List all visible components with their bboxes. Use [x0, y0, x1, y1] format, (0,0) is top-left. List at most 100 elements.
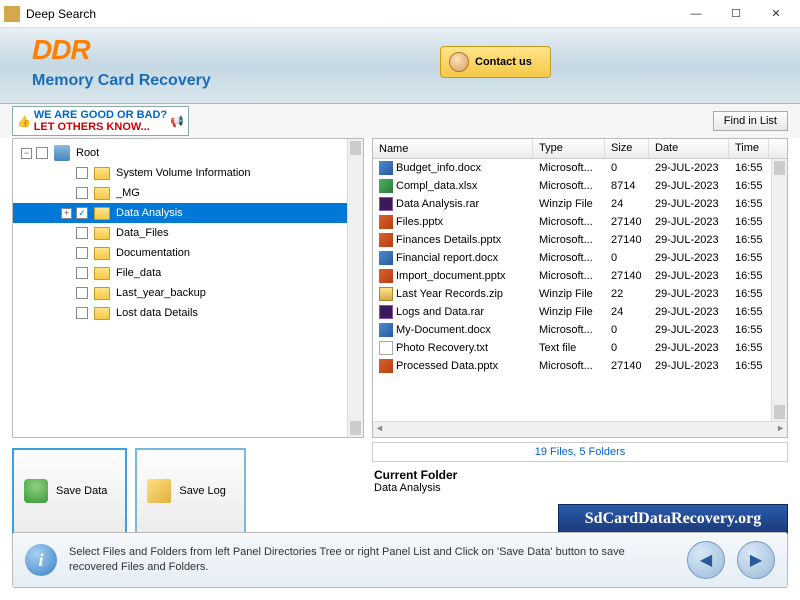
- tree-item[interactable]: System Volume Information: [13, 163, 363, 183]
- log-icon: [147, 479, 171, 503]
- save-data-button[interactable]: Save Data: [12, 448, 127, 534]
- file-size: 27140: [605, 269, 649, 283]
- tree-item[interactable]: File_data: [13, 263, 363, 283]
- file-time: 16:55: [729, 359, 769, 373]
- file-row[interactable]: Last Year Records.zipWinzip File2229-JUL…: [373, 285, 787, 303]
- current-folder-value: Data Analysis: [374, 482, 786, 494]
- save-data-label: Save Data: [56, 485, 107, 497]
- file-size: 22: [605, 287, 649, 301]
- folder-icon: [94, 247, 110, 260]
- file-row[interactable]: Financial report.docxMicrosoft...029-JUL…: [373, 249, 787, 267]
- file-row[interactable]: Files.pptxMicrosoft...2714029-JUL-202316…: [373, 213, 787, 231]
- file-icon: [379, 341, 393, 355]
- tree-scrollbar[interactable]: [347, 139, 363, 437]
- minimize-button[interactable]: —: [676, 2, 716, 26]
- website-badge[interactable]: SdCardDataRecovery.org: [558, 504, 788, 534]
- file-row[interactable]: My-Document.docxMicrosoft...029-JUL-2023…: [373, 321, 787, 339]
- app-icon: [4, 6, 20, 22]
- current-folder-label: Current Folder: [374, 468, 786, 482]
- checkbox[interactable]: [76, 267, 88, 279]
- col-type[interactable]: Type: [533, 139, 605, 158]
- folder-icon: [94, 227, 110, 240]
- file-row[interactable]: Budget_info.docxMicrosoft...029-JUL-2023…: [373, 159, 787, 177]
- file-date: 29-JUL-2023: [649, 287, 729, 301]
- file-row[interactable]: Photo Recovery.txtText file029-JUL-20231…: [373, 339, 787, 357]
- tree-item[interactable]: + ✓ Data Analysis: [13, 203, 363, 223]
- checkbox[interactable]: [36, 147, 48, 159]
- file-name: Photo Recovery.txt: [396, 342, 488, 354]
- col-time[interactable]: Time: [729, 139, 769, 158]
- checkbox[interactable]: [76, 247, 88, 259]
- tree-item[interactable]: Last_year_backup: [13, 283, 363, 303]
- file-size: 27140: [605, 359, 649, 373]
- file-type: Microsoft...: [533, 233, 605, 247]
- feedback-badge[interactable]: 👍 WE ARE GOOD OR BAD? LET OTHERS KNOW...…: [12, 106, 189, 136]
- file-size: 0: [605, 161, 649, 175]
- tree-item-label: System Volume Information: [116, 167, 251, 179]
- file-row[interactable]: Finances Details.pptxMicrosoft...2714029…: [373, 231, 787, 249]
- file-date: 29-JUL-2023: [649, 305, 729, 319]
- tree-item-label: File_data: [116, 267, 161, 279]
- checkbox[interactable]: [76, 287, 88, 299]
- col-date[interactable]: Date: [649, 139, 729, 158]
- filelist-scrollbar[interactable]: [771, 159, 787, 421]
- directory-tree[interactable]: − Root System Volume Information _MG + ✓ Dat…: [13, 139, 363, 437]
- file-icon: [379, 233, 393, 247]
- file-date: 29-JUL-2023: [649, 179, 729, 193]
- file-type: Microsoft...: [533, 161, 605, 175]
- checkbox[interactable]: ✓: [76, 207, 88, 219]
- collapse-icon[interactable]: −: [21, 148, 32, 159]
- file-type: Microsoft...: [533, 359, 605, 373]
- tree-item[interactable]: Data_Files: [13, 223, 363, 243]
- main-panels: − Root System Volume Information _MG + ✓ Dat…: [0, 138, 800, 438]
- find-in-list-button[interactable]: Find in List: [713, 111, 788, 131]
- contact-button[interactable]: Contact us: [440, 46, 551, 78]
- file-time: 16:55: [729, 323, 769, 337]
- tree-item[interactable]: Documentation: [13, 243, 363, 263]
- file-row[interactable]: Logs and Data.rarWinzip File2429-JUL-202…: [373, 303, 787, 321]
- file-time: 16:55: [729, 233, 769, 247]
- file-size: 27140: [605, 215, 649, 229]
- tree-root[interactable]: − Root: [13, 143, 363, 163]
- maximize-button[interactable]: ☐: [716, 2, 756, 26]
- filelist-hscrollbar[interactable]: [373, 421, 787, 437]
- file-size: 24: [605, 305, 649, 319]
- file-name: Processed Data.pptx: [396, 360, 498, 372]
- file-size: 8714: [605, 179, 649, 193]
- tree-item[interactable]: _MG: [13, 183, 363, 203]
- file-row[interactable]: Data Analysis.rarWinzip File2429-JUL-202…: [373, 195, 787, 213]
- file-type: Text file: [533, 341, 605, 355]
- save-log-button[interactable]: Save Log: [135, 448, 245, 534]
- file-type: Winzip File: [533, 305, 605, 319]
- drive-icon: [54, 145, 70, 161]
- logo: DDR: [32, 34, 90, 66]
- col-size[interactable]: Size: [605, 139, 649, 158]
- tree-item-label: Data Analysis: [116, 207, 183, 219]
- checkbox[interactable]: [76, 167, 88, 179]
- file-row[interactable]: Compl_data.xlsxMicrosoft...871429-JUL-20…: [373, 177, 787, 195]
- meta-row: Save Data Save Log 19 Files, 5 Folders C…: [0, 438, 800, 534]
- checkbox[interactable]: [76, 227, 88, 239]
- file-time: 16:55: [729, 215, 769, 229]
- file-time: 16:55: [729, 251, 769, 265]
- checkbox[interactable]: [76, 187, 88, 199]
- person-icon: [449, 52, 469, 72]
- close-button[interactable]: ✕: [756, 2, 796, 26]
- footer-bar: i Select Files and Folders from left Pan…: [12, 532, 788, 588]
- file-icon: [379, 269, 393, 283]
- forward-button[interactable]: ▶: [737, 541, 775, 579]
- folder-icon: [94, 167, 110, 180]
- tree-panel: − Root System Volume Information _MG + ✓ Dat…: [12, 138, 364, 438]
- filelist-body[interactable]: Budget_info.docxMicrosoft...029-JUL-2023…: [373, 159, 787, 421]
- tree-item[interactable]: Lost data Details: [13, 303, 363, 323]
- thumbs-up-icon: 👍: [17, 115, 31, 128]
- file-time: 16:55: [729, 305, 769, 319]
- file-row[interactable]: Import_document.pptxMicrosoft...2714029-…: [373, 267, 787, 285]
- file-name: Data Analysis.rar: [396, 198, 479, 210]
- back-button[interactable]: ◀: [687, 541, 725, 579]
- col-name[interactable]: Name: [373, 139, 533, 158]
- expand-icon[interactable]: +: [61, 208, 72, 219]
- file-row[interactable]: Processed Data.pptxMicrosoft...2714029-J…: [373, 357, 787, 375]
- checkbox[interactable]: [76, 307, 88, 319]
- titlebar: Deep Search — ☐ ✕: [0, 0, 800, 28]
